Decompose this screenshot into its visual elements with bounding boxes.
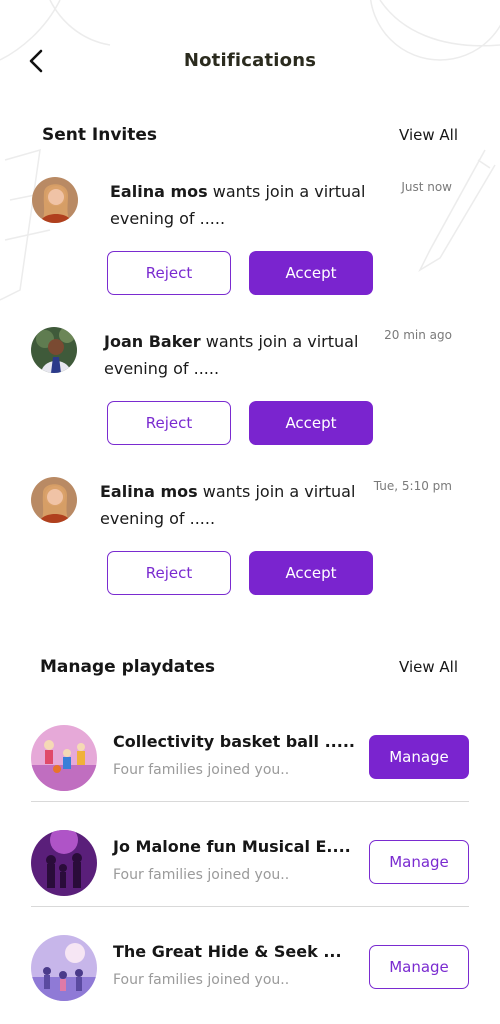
view-all-playdates-link[interactable]: View All: [399, 658, 458, 676]
playdate-title: Collectivity basket ball .....: [113, 732, 355, 751]
view-all-invites-link[interactable]: View All: [399, 126, 458, 144]
invite-item: Joan Baker wants join a virtual evening …: [0, 326, 500, 456]
divider: [31, 801, 469, 802]
app-header: Notifications: [0, 40, 500, 82]
invite-message: Ealina mos wants join a virtual evening …: [110, 178, 370, 232]
manage-button[interactable]: Manage: [369, 945, 469, 989]
playdate-subtitle: Four families joined you..: [113, 867, 290, 883]
reject-button[interactable]: Reject: [107, 401, 231, 445]
invite-sender-name: Ealina mos: [100, 482, 198, 501]
invite-time: Just now: [401, 180, 452, 194]
avatar: [31, 327, 77, 373]
invite-time: Tue, 5:10 pm: [373, 479, 452, 493]
invite-item: Ealina mos wants join a virtual evening …: [0, 176, 500, 306]
divider: [31, 906, 469, 907]
accept-button[interactable]: Accept: [249, 401, 373, 445]
invite-time: 20 min ago: [384, 328, 452, 342]
accept-button[interactable]: Accept: [249, 551, 373, 595]
manage-button[interactable]: Manage: [369, 735, 469, 779]
playdate-thumbnail: [31, 725, 97, 791]
playdate-item[interactable]: Jo Malone fun Musical E.... Four familie…: [0, 815, 500, 920]
playdate-title: The Great Hide & Seek ...: [113, 942, 342, 961]
playdate-thumbnail: [31, 830, 97, 896]
manage-button[interactable]: Manage: [369, 840, 469, 884]
reject-button[interactable]: Reject: [107, 251, 231, 295]
reject-button[interactable]: Reject: [107, 551, 231, 595]
avatar: [31, 477, 77, 523]
playdate-item[interactable]: Collectivity basket ball ..... Four fami…: [0, 710, 500, 815]
playdate-subtitle: Four families joined you..: [113, 762, 290, 778]
invite-message: Ealina mos wants join a virtual evening …: [100, 478, 360, 532]
invite-sender-name: Joan Baker: [104, 332, 201, 351]
manage-playdates-header: Manage playdates View All: [0, 657, 500, 681]
playdate-title: Jo Malone fun Musical E....: [113, 837, 351, 856]
playdate-thumbnail: [31, 935, 97, 1001]
section-title: Manage playdates: [40, 657, 216, 677]
avatar: [32, 177, 78, 223]
accept-button[interactable]: Accept: [249, 251, 373, 295]
sent-invites-header: Sent Invites View All: [0, 125, 500, 149]
invite-item: Ealina mos wants join a virtual evening …: [0, 476, 500, 606]
invite-sender-name: Ealina mos: [110, 182, 208, 201]
invite-message: Joan Baker wants join a virtual evening …: [104, 328, 364, 382]
section-title: Sent Invites: [42, 125, 158, 145]
page-title: Notifications: [183, 50, 317, 71]
playdate-subtitle: Four families joined you..: [113, 972, 290, 988]
playdate-item[interactable]: The Great Hide & Seek ... Four families …: [0, 920, 500, 1024]
